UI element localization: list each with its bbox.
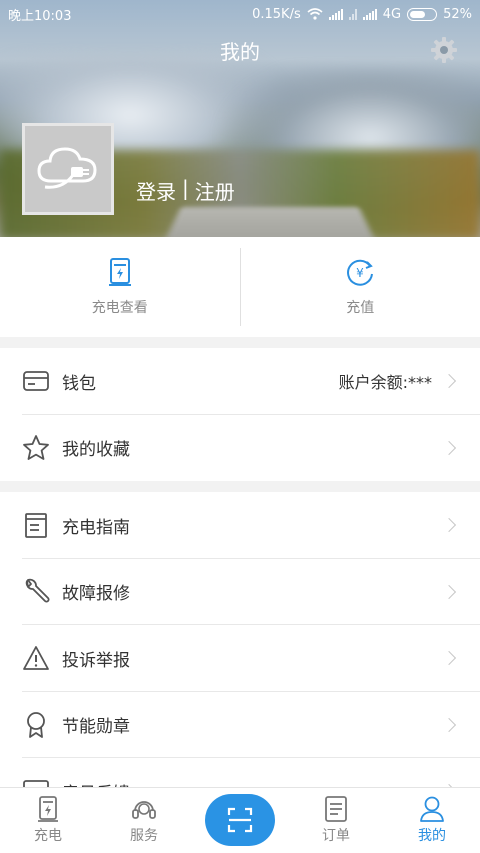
menu-item-energy-medal[interactable]: 节能勋章 <box>0 692 480 758</box>
login-link[interactable]: 登录 <box>136 176 176 205</box>
chevron-right-icon <box>441 651 457 666</box>
status-time: 晚上10:03 <box>8 8 72 24</box>
avatar[interactable] <box>22 123 114 215</box>
chevron-right-icon <box>441 440 457 455</box>
chevron-right-icon <box>441 518 457 533</box>
signal-icon <box>328 8 343 20</box>
nav-label: 服务 <box>130 828 158 844</box>
nav-mine[interactable]: 我的 <box>384 788 480 853</box>
menu-item-label: 我的收藏 <box>62 440 130 461</box>
star-icon <box>22 434 50 462</box>
wifi-icon <box>307 8 323 20</box>
signal-icon <box>362 8 377 20</box>
signal-icon <box>348 8 357 20</box>
order-list-icon <box>325 796 347 822</box>
chevron-right-icon <box>441 584 457 599</box>
login-divider: | <box>182 176 189 200</box>
cloud-plug-logo-icon <box>37 147 97 189</box>
nav-service[interactable]: 服务 <box>96 788 192 853</box>
menu-item-fault-repair[interactable]: 故障报修 <box>0 559 480 625</box>
status-bar: 晚上10:03 0.15K/s 4G 52% <box>0 0 480 28</box>
nav-charge[interactable]: 充电 <box>0 788 96 853</box>
status-speed: 0.15K/s <box>252 6 301 22</box>
charger-station-icon <box>108 258 131 286</box>
medal-icon <box>22 711 50 739</box>
register-link[interactable]: 注册 <box>195 176 235 205</box>
chevron-right-icon <box>441 374 457 389</box>
menu-item-label: 投诉举报 <box>62 650 130 671</box>
scan-icon <box>227 807 253 833</box>
menu-group-account: 钱包 账户余额:*** 我的收藏 <box>0 348 480 481</box>
nav-label: 订单 <box>322 828 350 844</box>
scan-button[interactable] <box>205 794 275 846</box>
menu-group-service: 充电指南 故障报修 投诉举报 节能勋章 <box>0 492 480 825</box>
person-icon <box>420 796 444 822</box>
menu-item-charging-guide[interactable]: 充电指南 <box>0 492 480 559</box>
menu-item-favorites[interactable]: 我的收藏 <box>0 415 480 482</box>
account-balance: 账户余额:*** <box>338 373 432 393</box>
menu-item-wallet[interactable]: 钱包 账户余额:*** <box>0 348 480 415</box>
menu-item-label: 充电指南 <box>62 517 130 538</box>
headset-icon <box>132 801 156 819</box>
menu-item-complaint[interactable]: 投诉举报 <box>0 625 480 692</box>
charger-icon <box>38 796 58 822</box>
quick-action-charge-view[interactable]: 充电查看 <box>0 237 240 337</box>
nav-label: 充电 <box>34 828 62 844</box>
chevron-right-icon <box>441 717 457 732</box>
battery-icon <box>407 7 438 21</box>
quick-action-recharge[interactable]: ¥ 充值 <box>241 237 480 337</box>
profile-page: 晚上10:03 0.15K/s 4G 52% 我的 登录 | 注册 充电查看 ¥… <box>0 0 480 853</box>
title-bar: 我的 <box>0 30 480 70</box>
gear-icon[interactable] <box>430 36 458 64</box>
login-register: 登录 | 注册 <box>136 176 235 205</box>
guide-book-icon <box>22 511 50 539</box>
wallet-icon <box>22 367 50 395</box>
nav-label: 我的 <box>418 828 446 844</box>
svg-text:¥: ¥ <box>356 266 364 280</box>
menu-item-label: 节能勋章 <box>62 717 130 738</box>
status-network: 4G <box>382 6 402 22</box>
page-title: 我的 <box>220 39 260 64</box>
quick-actions: 充电查看 ¥ 充值 <box>0 237 480 337</box>
menu-item-label: 故障报修 <box>62 584 130 605</box>
warning-triangle-icon <box>22 644 50 672</box>
wrench-icon <box>22 578 50 606</box>
nav-orders[interactable]: 订单 <box>288 788 384 853</box>
recharge-yen-icon: ¥ <box>347 259 374 286</box>
quick-action-label: 充值 <box>346 300 375 316</box>
status-battery: 52% <box>443 6 472 22</box>
menu-item-label: 钱包 <box>62 373 96 394</box>
quick-action-label: 充电查看 <box>91 300 148 316</box>
